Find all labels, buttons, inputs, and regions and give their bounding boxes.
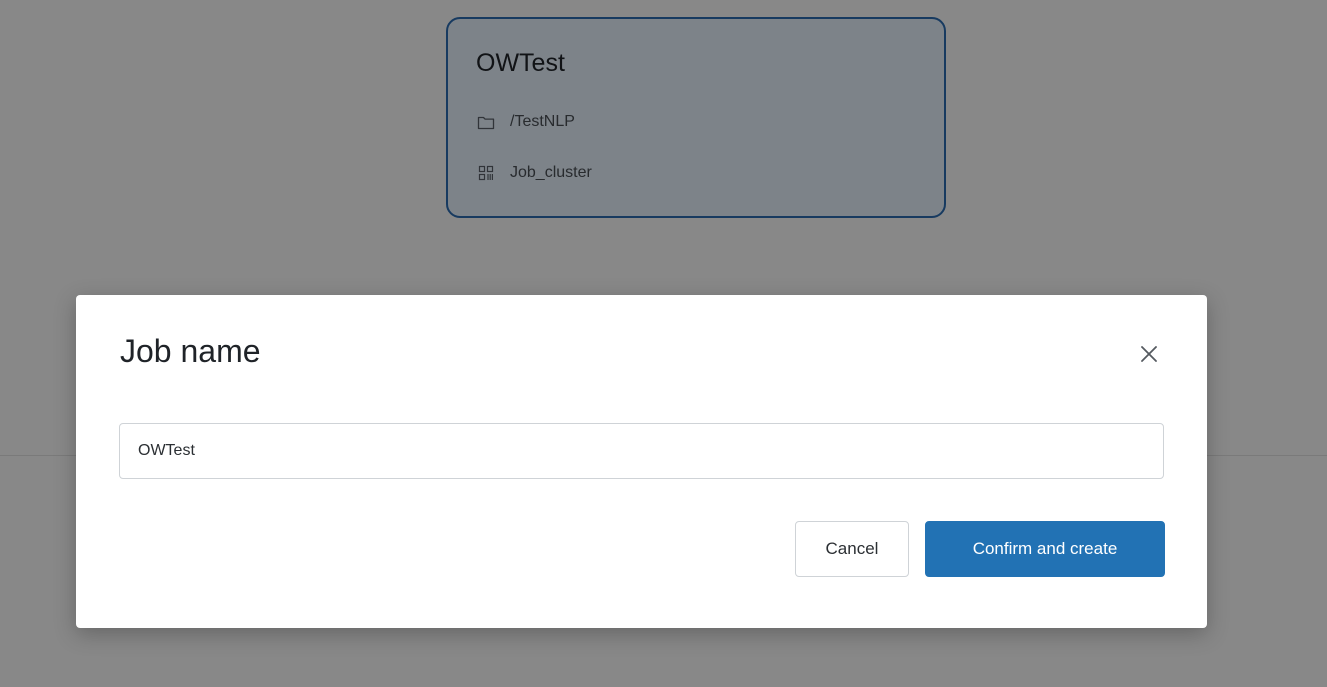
job-name-input[interactable] [119, 423, 1164, 479]
cancel-button[interactable]: Cancel [795, 521, 909, 577]
job-name-modal: Job name Cancel Confirm and create [76, 295, 1207, 628]
modal-title: Job name [120, 333, 261, 369]
close-icon[interactable] [1134, 339, 1164, 369]
confirm-and-create-button[interactable]: Confirm and create [925, 521, 1165, 577]
